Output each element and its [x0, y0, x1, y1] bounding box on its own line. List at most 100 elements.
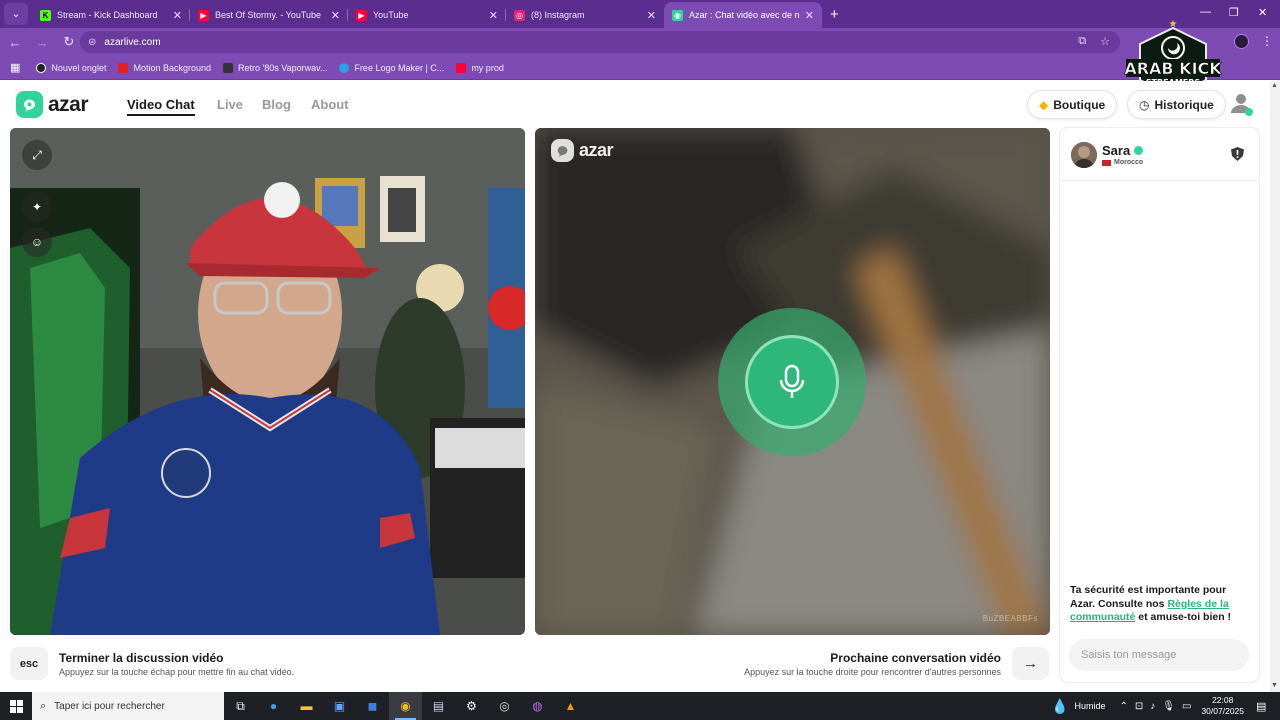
network-icon[interactable]: ▭	[1182, 701, 1191, 712]
forward-button[interactable]: →	[30, 35, 54, 50]
browser-profile-avatar[interactable]	[1234, 34, 1249, 49]
shop-button[interactable]: ◆ Boutique	[1028, 91, 1117, 118]
search-placeholder: Taper ici pour rechercher	[54, 700, 165, 712]
weather-widget[interactable]: 💧 Humide	[1051, 698, 1105, 715]
azar-logo[interactable]: azar	[16, 91, 89, 118]
tab-search-button[interactable]: ⌄	[4, 3, 28, 25]
cast-icon[interactable]: ⧉	[1078, 35, 1086, 48]
tab-instagram[interactable]: ◎ (8) Instagram ✕	[506, 2, 664, 28]
browser-menu-icon[interactable]: ⋮	[1261, 34, 1273, 48]
microsoft-store-icon[interactable]: ▣	[323, 692, 356, 720]
tab-azar[interactable]: ◉ Azar : Chat vidéo avec de n ✕	[664, 2, 822, 28]
message-input[interactable]	[1069, 639, 1249, 671]
chevron-down-icon: ⌄	[11, 8, 21, 20]
url-text: azarlive.com	[104, 36, 161, 48]
back-button[interactable]: ←	[3, 35, 27, 50]
nav-blog[interactable]: Blog	[262, 97, 291, 112]
minimize-button[interactable]: —	[1200, 6, 1211, 18]
bookmark-item[interactable]: Free Logo Maker | C...	[339, 62, 444, 73]
tab-best-of-stormy[interactable]: ▶ Best Of Stormy. - YouTube ✕	[190, 2, 348, 28]
peer-header: Sara Morocco	[1060, 128, 1259, 181]
chat-panel: Sara Morocco Ta sécurité est importante …	[1060, 128, 1259, 682]
bookmark-item[interactable]: my prod	[456, 62, 504, 73]
notification-center-icon[interactable]: ▤	[1256, 700, 1274, 713]
self-camera-image	[10, 128, 525, 635]
weather-text: Humide	[1074, 701, 1106, 711]
youtube-icon: ▶	[198, 9, 209, 21]
meet-now-icon[interactable]: ⊡	[1135, 701, 1143, 712]
edge-browser-icon[interactable]: ●	[257, 692, 290, 720]
clock-icon: ◷	[1139, 97, 1150, 112]
end-chat-button[interactable]: esc	[10, 647, 48, 680]
nav-video-chat[interactable]: Video Chat	[127, 97, 195, 112]
streaming-app-icon[interactable]: ◍	[521, 692, 554, 720]
end-chat-title: Terminer la discussion vidéo	[59, 651, 224, 665]
speaker-icon[interactable]: ♪	[1150, 701, 1155, 712]
microphone-tray-icon[interactable]: 🎙	[1162, 701, 1175, 712]
tab-youtube[interactable]: ▶ YouTube ✕	[348, 2, 506, 28]
peer-country: Morocco	[1102, 159, 1143, 166]
scroll-down-arrow[interactable]: ▼	[1271, 682, 1278, 689]
maximize-button[interactable]: ❐	[1229, 6, 1239, 19]
windows-taskbar: ⌕ Taper ici pour rechercher ⧉ ● ▬ ▣ ◼ ◉ …	[0, 692, 1280, 720]
close-icon[interactable]: ✕	[647, 9, 656, 22]
outlook-icon[interactable]: ◼	[356, 692, 389, 720]
nav-about[interactable]: About	[311, 97, 349, 112]
close-icon[interactable]: ✕	[331, 9, 340, 22]
history-button[interactable]: ◷ Historique	[1128, 91, 1225, 118]
url-bar[interactable]: ⊜ azarlive.com ⧉ ☆	[80, 31, 1120, 53]
verified-icon	[1134, 146, 1143, 155]
next-chat-button[interactable]: →	[1012, 647, 1049, 680]
bookmark-item[interactable]: Motion Background	[118, 62, 211, 73]
obs-studio-icon[interactable]: ◎	[488, 692, 521, 720]
watermark-text: azar	[579, 140, 614, 160]
clock-date: 30/07/2025	[1201, 706, 1244, 716]
new-tab-button[interactable]: +	[830, 6, 839, 23]
history-label: Historique	[1154, 97, 1214, 112]
address-toolbar: ← → ↻ ⊜ azarlive.com ⧉ ☆	[0, 28, 1280, 56]
nav-live[interactable]: Live	[217, 97, 243, 112]
sticker-face-icon[interactable]: ☺	[22, 227, 52, 257]
reload-button[interactable]: ↻	[57, 34, 81, 50]
apps-grid-icon[interactable]: ▦	[10, 61, 20, 74]
youtube-icon: ▶	[356, 9, 367, 21]
tab-title: (8) Instagram	[531, 10, 585, 20]
safety-notice: Ta sécurité est importante pour Azar. Co…	[1070, 584, 1232, 623]
windows-start-button[interactable]	[0, 692, 32, 720]
next-chat-hint: Appuyez sur la touche droite pour rencon…	[744, 667, 1001, 677]
microphone-icon	[745, 335, 839, 429]
taskbar-search-box[interactable]: ⌕ Taper ici pour rechercher	[32, 692, 224, 720]
chevron-up-icon[interactable]: ⌃	[1120, 701, 1128, 712]
peer-video-azar-watermark: azar	[551, 139, 614, 162]
file-explorer-icon[interactable]: ▬	[290, 692, 323, 720]
taskbar-clock[interactable]: 22:08 30/07/2025	[1201, 695, 1244, 717]
app-window-icon[interactable]: ▤	[422, 692, 455, 720]
browser-tab-strip: ⌄ K Stream - Kick Dashboard ✕ ▶ Best Of …	[0, 0, 1280, 28]
vlc-icon[interactable]: ▲	[554, 692, 587, 720]
close-icon[interactable]: ✕	[805, 9, 814, 22]
sparkle-effects-icon[interactable]: ✦	[22, 192, 52, 222]
chrome-icon[interactable]: ◉	[389, 692, 422, 720]
expand-icon[interactable]: ⤢	[22, 140, 52, 170]
bookmark-star-icon[interactable]: ☆	[1100, 35, 1110, 48]
report-shield-icon[interactable]	[1231, 147, 1244, 161]
tab-kick-dashboard[interactable]: K Stream - Kick Dashboard ✕	[32, 2, 190, 28]
close-icon[interactable]: ✕	[489, 9, 498, 22]
task-view-icon[interactable]: ⧉	[224, 692, 257, 720]
close-icon[interactable]: ✕	[173, 9, 182, 22]
page-scrollbar[interactable]	[1270, 81, 1280, 692]
bookmark-item[interactable]: Nouvel onglet	[36, 62, 106, 73]
diamond-icon: ◆	[1039, 97, 1049, 112]
azar-page: azar Video Chat Live Blog About ◆ Boutiq…	[0, 81, 1270, 692]
session-id-text: BuZBEABBFs	[982, 614, 1038, 623]
azar-logo-icon	[551, 139, 574, 162]
site-info-icon[interactable]: ⊜	[88, 37, 96, 48]
user-profile-icon[interactable]	[1229, 91, 1253, 117]
settings-gear-icon[interactable]: ⚙	[455, 692, 488, 720]
scroll-up-arrow[interactable]: ▲	[1271, 82, 1278, 89]
azar-logo-text: azar	[48, 92, 89, 116]
active-nav-underline	[127, 114, 195, 116]
peer-avatar[interactable]	[1071, 142, 1097, 168]
bookmark-item[interactable]: Retro '80s Vaporwav...	[223, 62, 327, 73]
window-close-button[interactable]: ✕	[1258, 6, 1267, 19]
